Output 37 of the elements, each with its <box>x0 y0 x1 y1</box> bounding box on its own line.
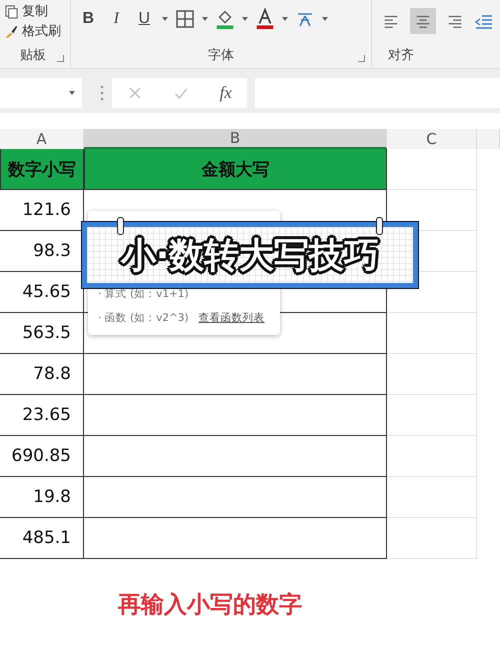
grip-icon[interactable] <box>100 83 104 103</box>
table-cell: 563.5 <box>0 313 84 354</box>
copy-icon <box>4 4 19 18</box>
fill-color-icon[interactable] <box>215 8 236 30</box>
function-list-link[interactable]: 查看函数列表 <box>198 311 265 325</box>
group-label: 字体 <box>208 47 234 64</box>
format-button[interactable]: B <box>77 10 100 28</box>
table-cell: 78.8 <box>0 354 84 395</box>
brush-icon <box>4 24 19 38</box>
format-button[interactable]: U <box>133 10 156 28</box>
clipboard-button[interactable]: 复制 <box>2 2 64 20</box>
tooltip-text: · 函数 (如：v2^3) <box>98 311 189 325</box>
borders-icon[interactable] <box>175 8 196 30</box>
clipboard-button[interactable]: 格式刷 <box>2 22 64 40</box>
header-cell: 金额大写 <box>84 149 387 190</box>
caret-icon[interactable] <box>241 15 250 23</box>
insert-function-button[interactable]: fx <box>220 83 232 103</box>
header-cell: 数字小写 <box>0 149 84 190</box>
column-header[interactable]: B <box>84 129 387 149</box>
launcher-icon[interactable] <box>57 55 64 62</box>
table-cell: 19.8 <box>0 477 84 518</box>
caret-icon[interactable] <box>201 15 210 23</box>
column-header[interactable]: C <box>387 129 477 149</box>
table-cell: 690.85 <box>0 436 84 477</box>
caption: 再输入小写的数字 <box>118 591 303 620</box>
table-cell: 23.65 <box>0 395 84 436</box>
launcher-icon[interactable] <box>358 55 365 62</box>
align-button[interactable] <box>410 8 436 34</box>
caret-icon[interactable] <box>161 15 170 23</box>
caret-icon[interactable] <box>321 15 330 23</box>
format-button[interactable]: I <box>105 10 128 28</box>
group-label: 贴板 <box>20 47 46 64</box>
tooltip-text: · 算式 (如：v1+1) <box>98 287 189 301</box>
font-color-icon[interactable] <box>255 8 276 30</box>
group-label: 对齐 <box>388 47 414 64</box>
table-cell: 485.1 <box>0 518 84 559</box>
caret-icon[interactable] <box>281 15 290 23</box>
